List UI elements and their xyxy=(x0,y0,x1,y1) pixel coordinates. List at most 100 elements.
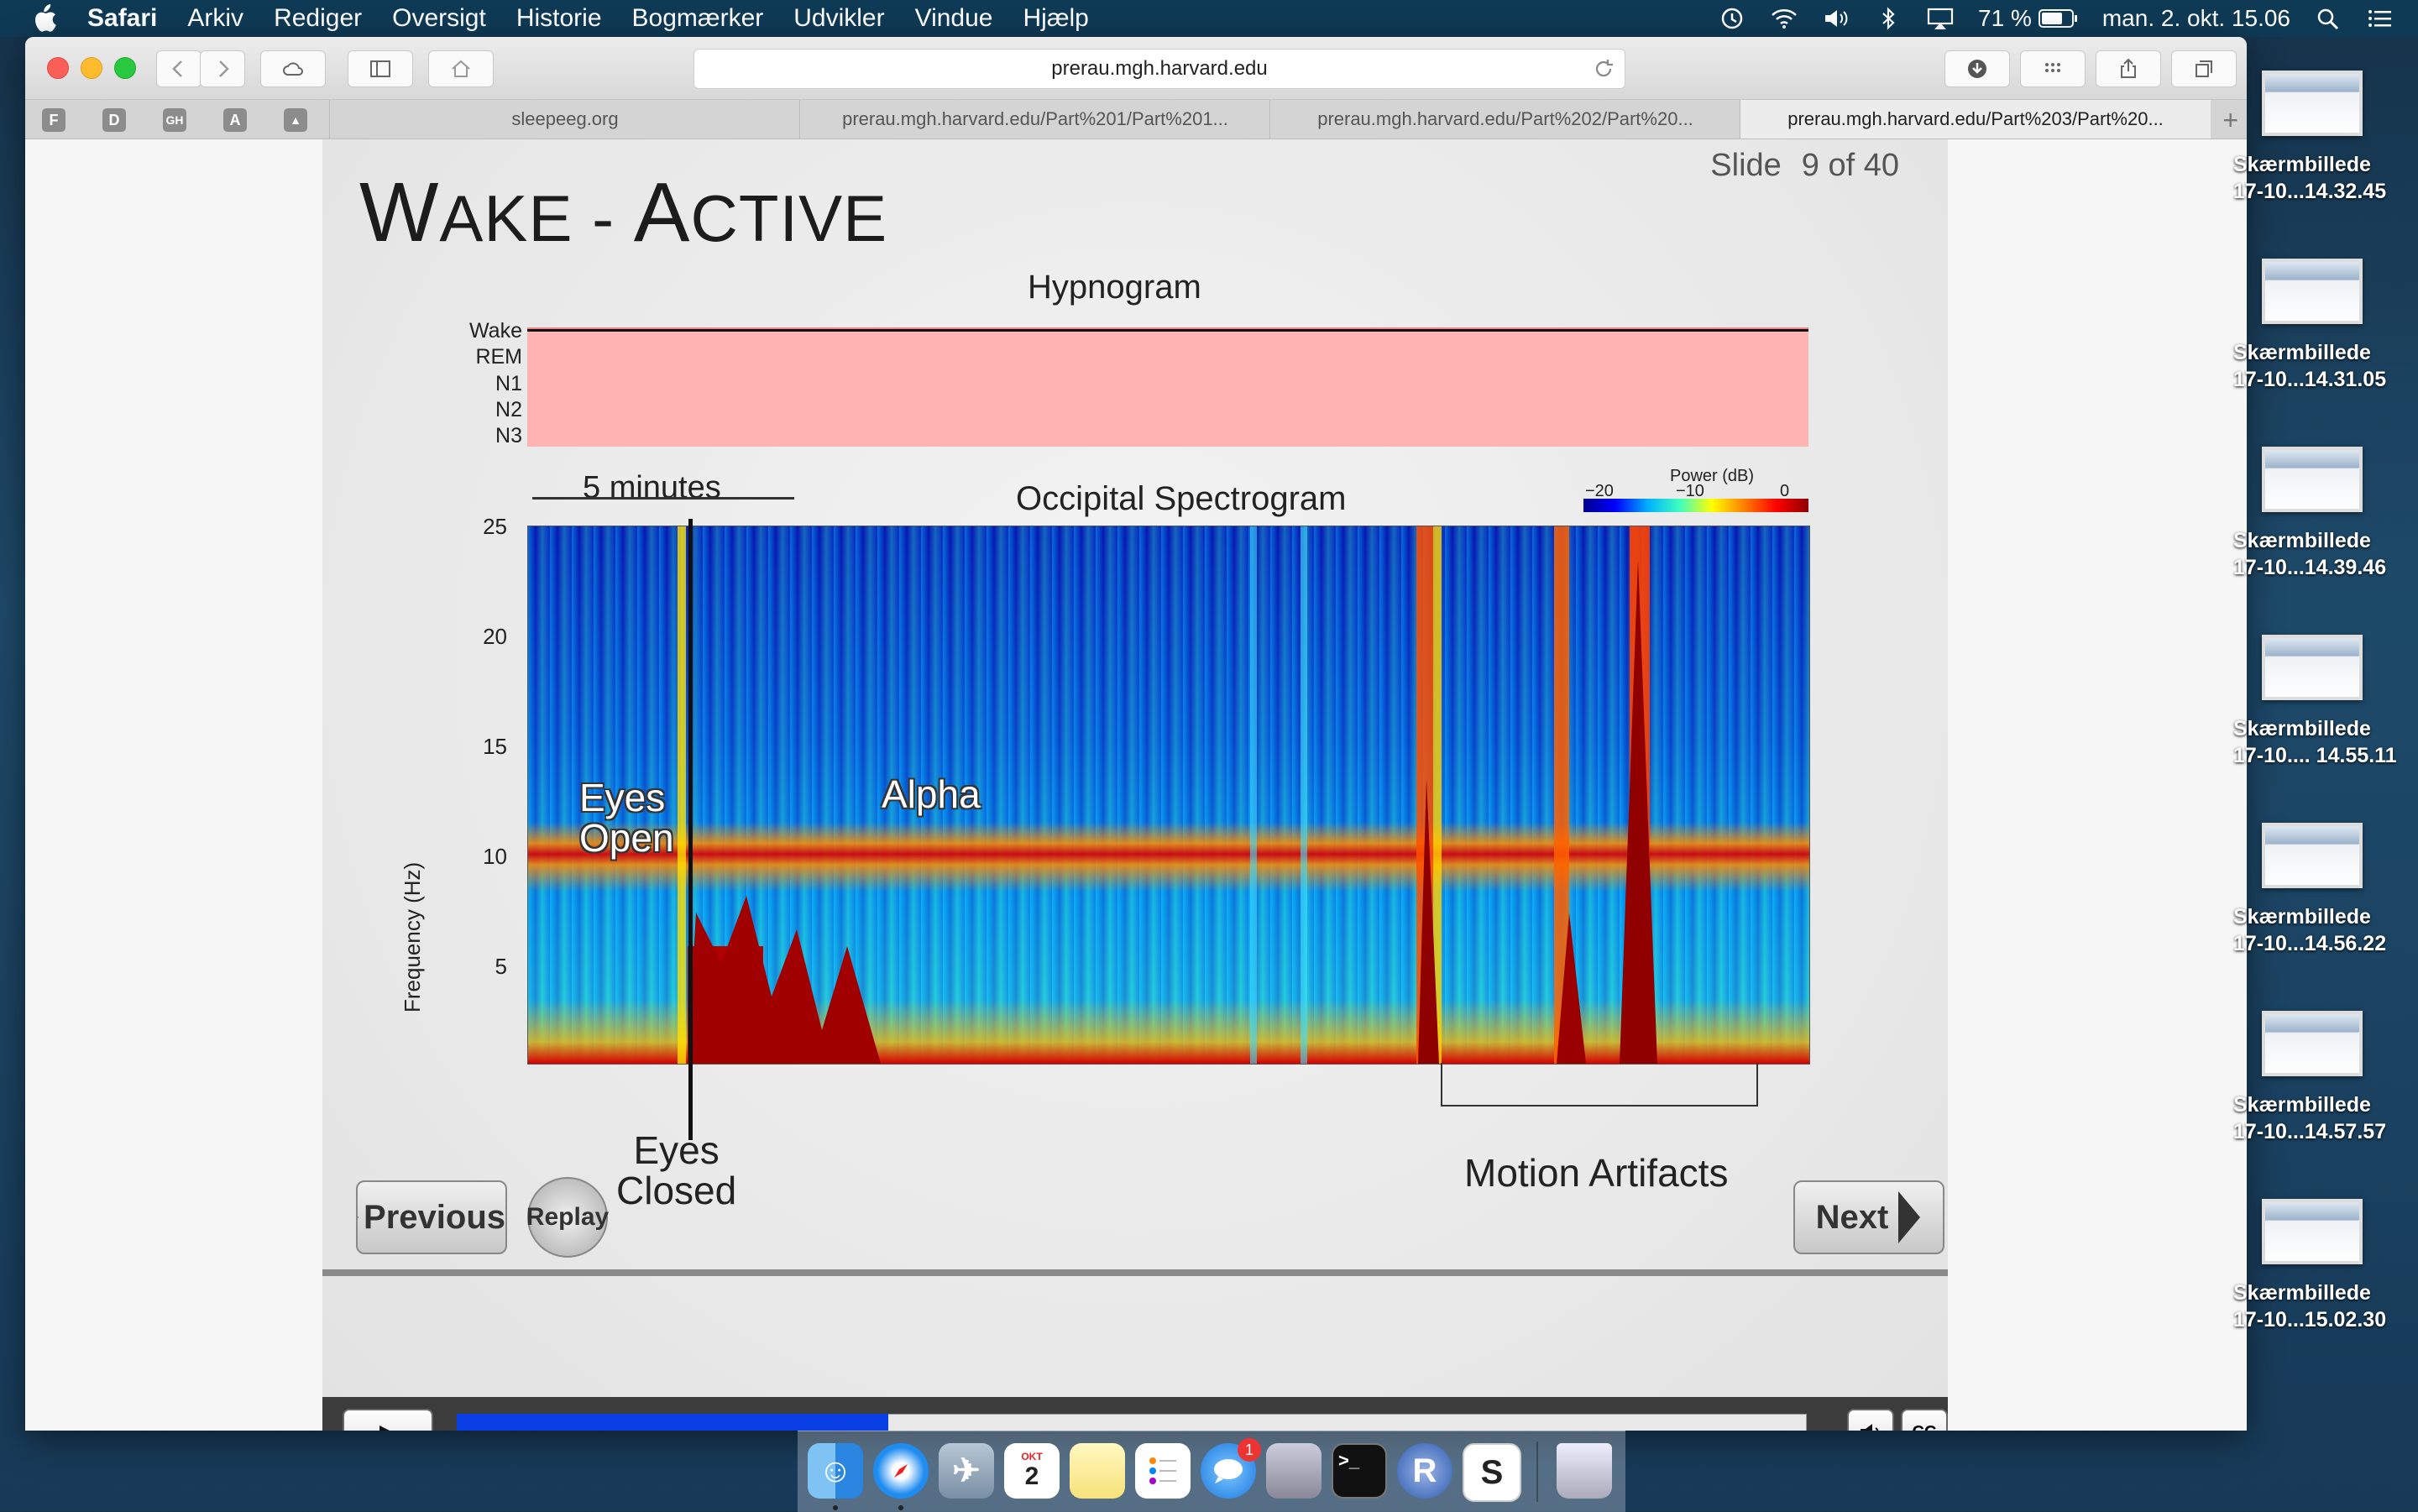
scale-bar-label: 5 minutes xyxy=(583,470,721,505)
volume-icon[interactable] xyxy=(1822,7,1850,30)
wifi-icon[interactable] xyxy=(1770,7,1798,30)
downloads-button[interactable] xyxy=(1944,50,2010,87)
presentation-slide: Slide 9 of 40 WAKE - ACTIVE Hypnogram Wak… xyxy=(322,139,1948,1431)
menu-udvikler[interactable]: Udvikler xyxy=(793,4,884,33)
share-button[interactable] xyxy=(2096,50,2161,87)
finder-icon[interactable]: ☺ xyxy=(808,1443,863,1499)
desktop-screenshot-file[interactable]: Skærmbillede 17-10.... 14.55.11 xyxy=(2233,635,2418,769)
menu-clock[interactable]: man. 2. okt. 15.06 xyxy=(2102,5,2290,32)
seek-progress xyxy=(457,1414,888,1431)
desktop-screenshot-file[interactable]: Skærmbillede 17-10...14.39.46 xyxy=(2233,447,2418,581)
tab-sleepeeg[interactable]: sleepeeg.org xyxy=(329,100,800,139)
preview-icon[interactable]: ✈ xyxy=(939,1443,994,1499)
minimize-window-button[interactable] xyxy=(81,57,102,79)
favorite-facebook-icon[interactable]: F xyxy=(42,108,65,132)
replay-label: Replay xyxy=(526,1203,610,1231)
file-name: Skærmbillede xyxy=(2233,1093,2371,1117)
messages-badge: 1 xyxy=(1238,1438,1261,1462)
slide-counter: Slide 9 of 40 xyxy=(1710,148,1899,184)
image-capture-icon[interactable] xyxy=(1266,1443,1322,1499)
favorite-a-icon[interactable]: A xyxy=(223,108,247,132)
file-date: 17-10...14.57.57 xyxy=(2233,1120,2387,1143)
calendar-month: OKT xyxy=(1021,1451,1043,1462)
r-app-icon[interactable]: R xyxy=(1397,1443,1452,1499)
replay-button[interactable]: Replay xyxy=(526,1177,610,1258)
safari-icon[interactable] xyxy=(873,1443,929,1499)
volume-button[interactable] xyxy=(1847,1409,1894,1431)
slack-icon[interactable]: S xyxy=(1463,1443,1521,1502)
airplay-icon[interactable] xyxy=(1926,7,1955,30)
menu-app-name[interactable]: Safari xyxy=(87,4,157,33)
terminal-icon[interactable]: >_ xyxy=(1332,1443,1387,1499)
hypnogram-title: Hypnogram xyxy=(1028,269,1201,306)
file-thumbnail xyxy=(2262,447,2363,512)
desktop-screenshot-file[interactable]: Skærmbillede 17-10...14.56.22 xyxy=(2233,823,2418,957)
eyes-open-annotation: Eyes Open xyxy=(579,777,674,858)
icloud-tabs-button[interactable] xyxy=(260,50,326,87)
favorite-d-icon[interactable]: D xyxy=(102,108,126,132)
close-window-button[interactable] xyxy=(47,57,69,79)
file-thumbnail xyxy=(2262,823,2363,888)
bluetooth-icon[interactable] xyxy=(1874,7,1902,30)
sidebar-button[interactable] xyxy=(348,50,413,87)
file-name: Skærmbillede xyxy=(2233,905,2371,929)
dock-divider xyxy=(1536,1441,1538,1502)
closed-captions-button[interactable]: CC xyxy=(1901,1409,1948,1431)
desktop-screenshot-file[interactable]: Skærmbillede 17-10...14.31.05 xyxy=(2233,259,2418,393)
notification-center-icon[interactable] xyxy=(2366,7,2394,30)
desktop-screenshot-file[interactable]: Skærmbillede 17-10...14.32.45 xyxy=(2233,71,2418,205)
menu-vindue[interactable]: Vindue xyxy=(915,4,993,33)
home-button[interactable] xyxy=(428,50,494,87)
battery-status[interactable]: 71 % xyxy=(1978,5,2079,32)
menu-historie[interactable]: Historie xyxy=(516,4,602,33)
spotlight-icon[interactable] xyxy=(2314,7,2342,30)
forward-button[interactable] xyxy=(200,50,245,87)
previous-button[interactable]: Previous xyxy=(356,1180,507,1254)
file-name: Skærmbillede xyxy=(2233,529,2371,552)
scale-bar xyxy=(532,497,794,500)
calendar-icon[interactable]: OKT 2 xyxy=(1004,1443,1060,1499)
address-bar[interactable]: prerau.mgh.harvard.edu xyxy=(693,49,1625,89)
zoom-window-button[interactable] xyxy=(114,57,136,79)
play-button[interactable] xyxy=(343,1409,433,1431)
annotation-line: Eyes xyxy=(633,1128,720,1172)
desktop-screenshot-file[interactable]: Skærmbillede 17-10...14.57.57 xyxy=(2233,1011,2418,1145)
tabs-icon xyxy=(2196,60,2212,77)
favorite-github-icon[interactable]: GH xyxy=(163,108,186,132)
apple-logo-icon[interactable] xyxy=(32,4,57,33)
power-colorbar xyxy=(1583,499,1808,512)
menu-oversigt[interactable]: Oversigt xyxy=(392,4,486,33)
tab-part3[interactable]: prerau.mgh.harvard.edu/Part%203/Part%20.… xyxy=(1740,100,2211,139)
stage-rem-label: REM xyxy=(475,345,522,369)
back-button[interactable] xyxy=(156,50,202,87)
reminders-icon[interactable] xyxy=(1135,1443,1191,1499)
tab-label: prerau.mgh.harvard.edu/Part%201/Part%201… xyxy=(842,108,1228,129)
menu-hjaelp[interactable]: Hjælp xyxy=(1023,4,1088,33)
menu-bar: Safari Arkiv Rediger Oversigt Historie B… xyxy=(0,0,2418,37)
menu-arkiv[interactable]: Arkiv xyxy=(187,4,243,33)
file-date: 17-10.... 14.55.11 xyxy=(2233,744,2397,767)
tab-part2[interactable]: prerau.mgh.harvard.edu/Part%202/Part%20.… xyxy=(1269,100,1740,139)
next-button[interactable]: Next xyxy=(1793,1180,1944,1254)
top-sites-button[interactable] xyxy=(2020,50,2086,87)
notes-icon[interactable] xyxy=(1070,1443,1125,1499)
reload-icon[interactable] xyxy=(1593,58,1615,80)
tab-overview-button[interactable] xyxy=(2171,50,2237,87)
motion-artifacts-label: Motion Artifacts xyxy=(1464,1151,1729,1195)
menu-rediger[interactable]: Rediger xyxy=(274,4,362,33)
title-cap: A xyxy=(633,165,691,259)
alpha-annotation: Alpha xyxy=(882,772,981,816)
page-content: Slide 9 of 40 WAKE - ACTIVE Hypnogram Wak… xyxy=(25,139,2247,1431)
time-machine-icon[interactable] xyxy=(1718,7,1746,30)
play-icon xyxy=(379,1426,390,1431)
stage-wake-label: Wake xyxy=(469,319,522,343)
chevron-right-icon xyxy=(219,60,229,77)
favorite-drive-icon[interactable]: ▲ xyxy=(284,108,307,132)
tab-part1[interactable]: prerau.mgh.harvard.edu/Part%201/Part%201… xyxy=(799,100,1270,139)
home-icon xyxy=(452,60,470,77)
desktop-screenshot-file[interactable]: Skærmbillede 17-10...15.02.30 xyxy=(2233,1199,2418,1333)
file-date: 17-10...14.56.22 xyxy=(2233,932,2387,955)
menu-bogmaerker[interactable]: Bogmærker xyxy=(632,4,764,33)
trash-icon[interactable] xyxy=(1557,1443,1612,1499)
arrow-right-icon xyxy=(1898,1191,1921,1243)
